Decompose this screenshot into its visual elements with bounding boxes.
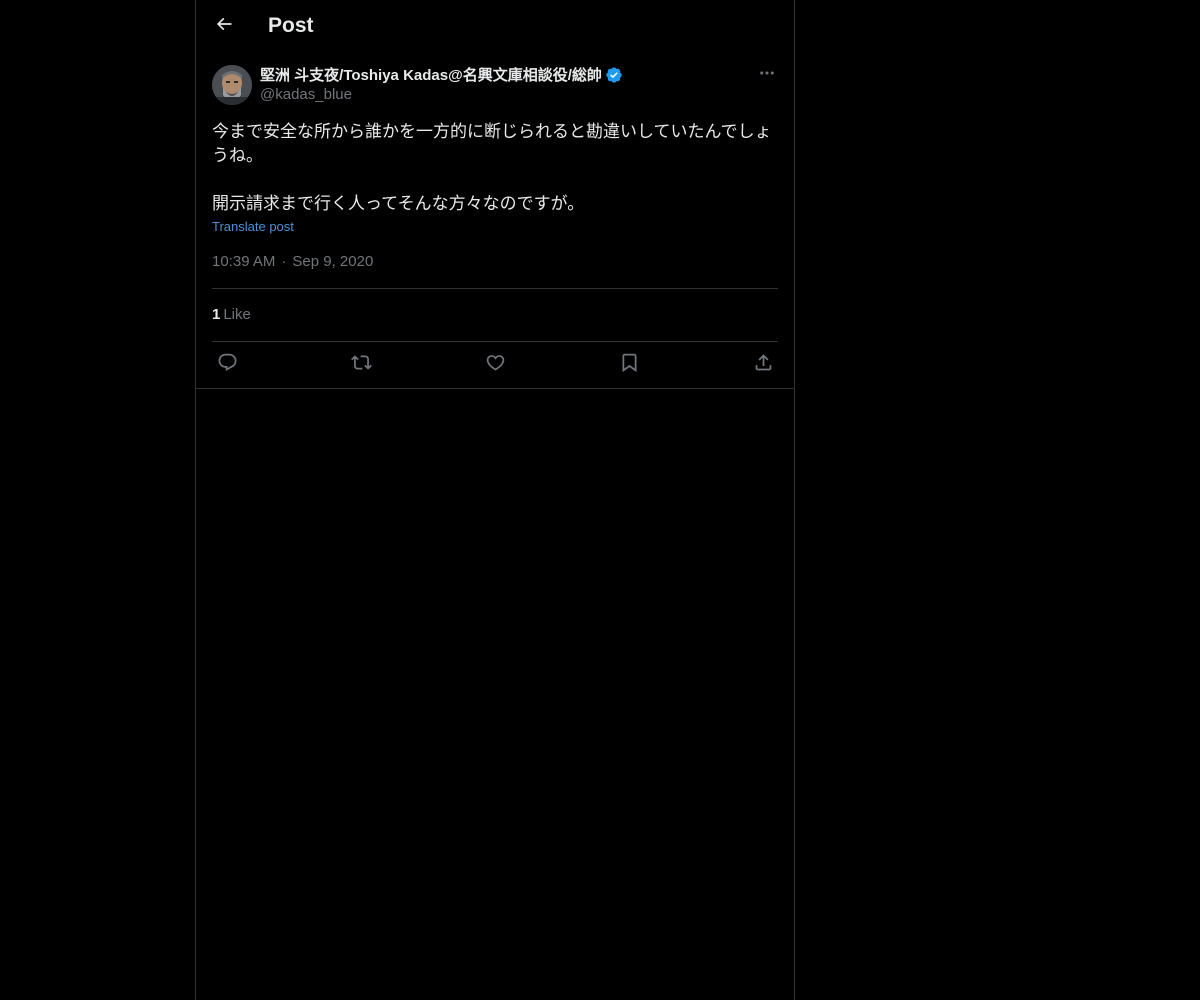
likes-count: 1 (212, 306, 221, 323)
more-button[interactable] (756, 65, 778, 85)
page-title: Post (268, 14, 314, 37)
arrow-left-icon (214, 14, 234, 39)
timestamp: 10:39 AM · Sep 9, 2020 (212, 253, 373, 270)
post-text-line: 開示請求まで行く人ってそんな方々なのですが。 (212, 194, 585, 214)
post-text: 今まで安全な所から誰かを一方的に断じられると勘違いしていたんでしょうね。 開示請… (212, 120, 778, 216)
more-icon (758, 64, 776, 87)
likes-label: Like (223, 306, 251, 323)
main-column: Post 堅洲 斗支夜/Toshiya Kadas@名興文庫相談役/総帥 @ka… (195, 0, 795, 1000)
repost-button[interactable] (346, 350, 376, 380)
post-date[interactable]: Sep 9, 2020 (292, 253, 373, 270)
reply-icon (217, 352, 238, 378)
post-text-line: 今まで安全な所から誰かを一方的に断じられると勘違いしていたんでしょうね。 (212, 122, 772, 166)
share-button[interactable] (748, 350, 778, 380)
heart-icon (485, 352, 506, 378)
likes-stat[interactable]: 1 Like (212, 306, 251, 323)
translate-post-link[interactable]: Translate post (212, 219, 294, 234)
user-handle[interactable]: @kadas_blue (260, 85, 623, 105)
action-bar (212, 342, 778, 388)
like-button[interactable] (480, 350, 510, 380)
display-name[interactable]: 堅洲 斗支夜/Toshiya Kadas@名興文庫相談役/総帥 (260, 64, 602, 85)
share-icon (753, 352, 774, 378)
bookmark-icon (619, 352, 640, 378)
verified-badge-icon[interactable] (605, 66, 623, 84)
author-info: 堅洲 斗支夜/Toshiya Kadas@名興文庫相談役/総帥 @kadas_b… (260, 64, 623, 105)
bookmark-button[interactable] (614, 350, 644, 380)
top-bar: Post (196, 0, 794, 53)
display-name-row: 堅洲 斗支夜/Toshiya Kadas@名興文庫相談役/総帥 (260, 64, 623, 85)
back-button[interactable] (209, 11, 239, 41)
repost-icon (350, 352, 372, 378)
timestamp-separator: · (281, 253, 287, 270)
divider (212, 288, 778, 289)
post-bottom-border (196, 388, 794, 389)
reply-button[interactable] (212, 350, 242, 380)
post-time[interactable]: 10:39 AM (212, 253, 275, 270)
avatar[interactable] (212, 65, 252, 105)
